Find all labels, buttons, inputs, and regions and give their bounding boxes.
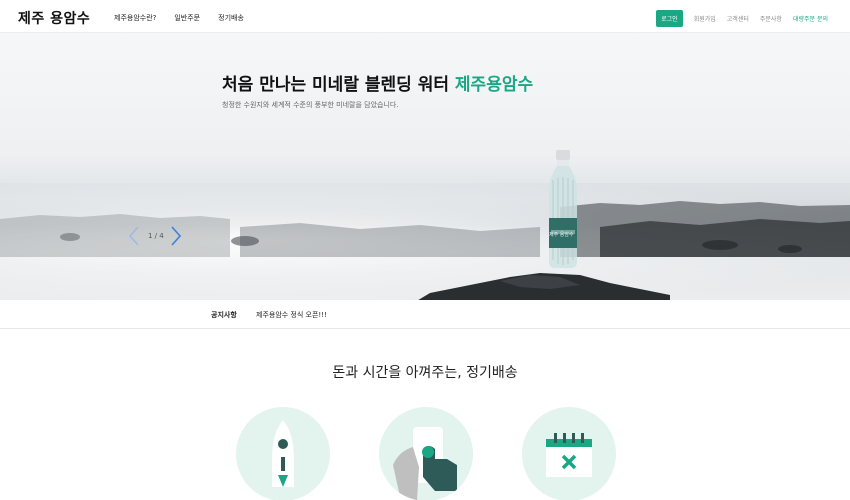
nav-item-about[interactable]: 제주용암수란? bbox=[114, 13, 156, 23]
section-title: 돈과 시간을 아껴주는, 정기배송 bbox=[332, 365, 518, 381]
login-button[interactable]: 로그인 bbox=[656, 10, 683, 27]
tap-phone-icon bbox=[393, 427, 457, 500]
feature-tap bbox=[379, 407, 473, 500]
utility-menu: 로그인 회원가입 고객센터 주문사항 대량주문 문의 bbox=[656, 10, 828, 27]
signup-link[interactable]: 회원가입 bbox=[694, 14, 716, 23]
order-info-link[interactable]: 주문사항 bbox=[760, 14, 782, 23]
bottle-label: 제주 용암수 bbox=[549, 232, 574, 238]
main-nav: 제주용암수란? 일반주문 정기배송 bbox=[114, 13, 244, 23]
feature-calendar bbox=[522, 407, 616, 500]
notice-link[interactable]: 제주용암수 정식 오픈!!! bbox=[256, 310, 327, 320]
calendar-x-icon bbox=[546, 433, 592, 477]
hero-title-accent: 제주용암수 bbox=[454, 75, 534, 95]
feature-rocket bbox=[236, 407, 330, 500]
hero-banner: 처음 만나는 미네랄 블렌딩 워터 제주용암수 청정한 수원지와 세계적 수준의… bbox=[0, 33, 850, 300]
water-bottle bbox=[549, 150, 577, 268]
notice-bar: 공지사항 제주용암수 정식 오픈!!! bbox=[0, 300, 850, 329]
bulk-order-link[interactable]: 대량주문 문의 bbox=[793, 14, 828, 23]
slide-counter: 1 / 4 bbox=[148, 232, 164, 240]
customer-center-link[interactable]: 고객센터 bbox=[727, 14, 749, 23]
notice-label: 공지사항 bbox=[211, 311, 237, 319]
rocket-icon bbox=[272, 420, 294, 487]
site-header: 제주 용암수 제주용암수란? 일반주문 정기배송 로그인 회원가입 고객센터 주… bbox=[0, 0, 850, 33]
hero-title-main: 처음 만나는 미네랄 블렌딩 워터 bbox=[222, 75, 455, 95]
hero-title: 처음 만나는 미네랄 블렌딩 워터 제주용암수 bbox=[222, 70, 533, 95]
next-slide-icon[interactable] bbox=[170, 226, 182, 246]
hero-subtitle: 청정한 수원지와 세계적 수준의 풍부한 미네랄을 담았습니다. bbox=[222, 101, 399, 109]
prev-slide-icon[interactable] bbox=[128, 226, 140, 246]
foreground-rock bbox=[418, 273, 670, 300]
site-logo[interactable]: 제주 용암수 bbox=[18, 8, 90, 28]
nav-item-order[interactable]: 일반주문 bbox=[174, 13, 200, 23]
nav-item-subscription[interactable]: 정기배송 bbox=[218, 13, 244, 23]
